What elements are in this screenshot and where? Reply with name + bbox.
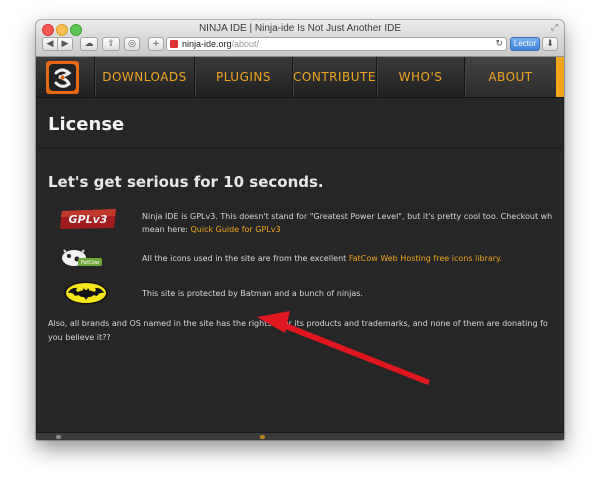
arrow-shaft bbox=[275, 319, 430, 385]
arrow-head bbox=[257, 311, 290, 333]
annotation-arrow bbox=[257, 311, 430, 385]
